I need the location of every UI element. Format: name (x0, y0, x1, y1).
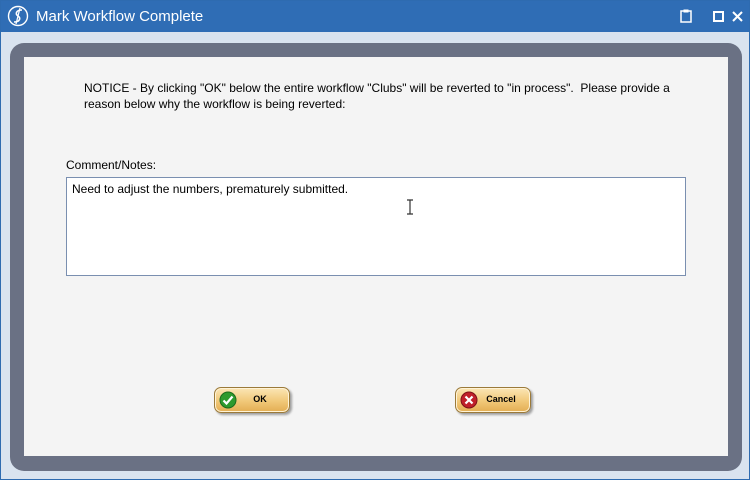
clipboard-button[interactable] (677, 7, 695, 25)
close-icon (731, 10, 743, 22)
comment-label: Comment/Notes: (66, 158, 157, 172)
close-button[interactable] (728, 7, 746, 25)
cancel-button-label: Cancel (486, 394, 516, 404)
maximize-button[interactable] (709, 7, 727, 25)
maximize-icon (712, 10, 724, 22)
cancel-x-icon (460, 391, 478, 409)
text-cursor-icon (407, 199, 413, 215)
clipboard-icon (680, 9, 692, 23)
comment-notes-input[interactable]: Need to adjust the numbers, prematurely … (66, 177, 686, 276)
window-title: Mark Workflow Complete (36, 8, 204, 25)
ok-button[interactable]: OK (214, 387, 290, 413)
s-logo-icon (7, 5, 29, 27)
check-icon (219, 391, 237, 409)
title-bar[interactable]: Mark Workflow Complete (1, 1, 749, 32)
cancel-button[interactable]: Cancel (455, 387, 531, 413)
dialog-window: Mark Workflow Complete NOTICE - By click… (0, 0, 750, 480)
ok-button-label: OK (253, 394, 267, 404)
notice-text: NOTICE - By clicking "OK" below the enti… (84, 81, 674, 111)
